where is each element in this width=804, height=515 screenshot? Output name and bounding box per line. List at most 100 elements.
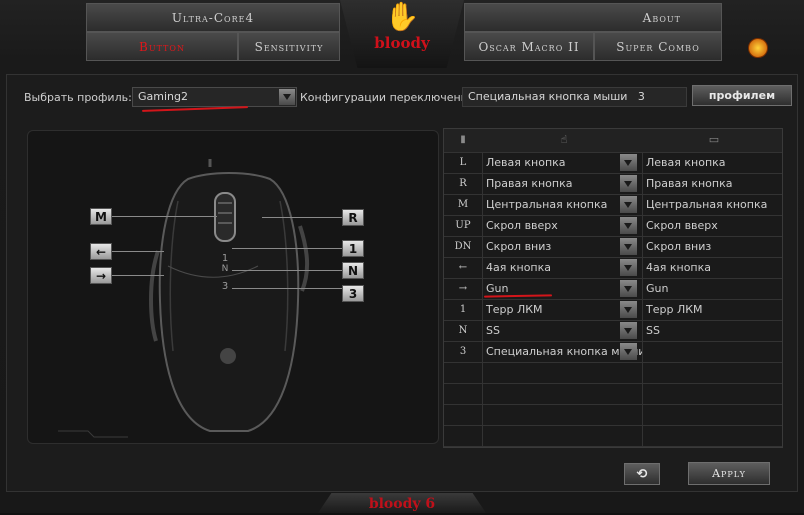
row-key: N [458,325,468,336]
mouse-key-r-label: R [348,210,358,225]
mouse-key-3[interactable]: 3 [342,285,364,302]
row-key: ← [458,262,468,273]
callout-line-3 [232,288,342,289]
table-row-empty [444,425,782,447]
row-key: R [459,178,467,189]
tab-sensitivity[interactable]: Sensitivity [238,32,340,61]
row-key: M [457,199,469,210]
svg-text:3: 3 [222,281,228,292]
row-action[interactable]: 4ая кнопка [482,257,642,278]
row-key: 1 [459,304,467,315]
chevron-down-icon[interactable] [620,217,637,234]
table-row: UP Скрол вверх Скрол вверх [444,215,782,237]
mouse-key-1[interactable]: 1 [342,240,364,257]
table-row: 3 Специальная кнопка мыши [444,341,782,363]
profile-button-label: профилем [708,89,776,102]
row-action[interactable]: Скрол вверх [482,215,642,236]
tab-ultra-core[interactable]: Ultra-Core4 [86,3,340,32]
profile-select-value: Gaming2 [138,90,188,103]
row-key: 3 [459,346,467,357]
mouse-key-r[interactable]: R [342,209,364,226]
tab-oscar-macro[interactable]: Oscar Macro II [464,32,594,61]
chevron-down-icon[interactable] [620,343,637,360]
row-action[interactable]: Левая кнопка [482,152,642,173]
switch-config-label: Конфигурации переключения : [300,91,482,104]
callout-line-back [112,251,164,252]
mouse-key-n[interactable]: N [342,262,364,279]
table-row-empty [444,404,782,426]
svg-text:1: 1 [222,253,228,264]
tab-button-label: Button [139,39,185,54]
chevron-down-icon[interactable] [620,301,637,318]
light-bulb-icon[interactable] [748,38,768,58]
footer-brand-text: bloody 6 [368,496,436,512]
callout-line-n [232,270,342,271]
tab-oscar-macro-label: Oscar Macro II [478,39,580,54]
row-result: Центральная кнопка [646,198,768,211]
chevron-down-icon[interactable] [620,238,637,255]
bloody-hand-icon: ✋ [384,0,420,33]
chevron-down-icon[interactable] [620,175,637,192]
tab-sensitivity-label: Sensitivity [254,39,324,54]
row-action[interactable]: Терр ЛКМ [482,299,642,320]
row-action[interactable]: Скрол вниз [482,236,642,257]
table-row: R Правая кнопка Правая кнопка [444,173,782,195]
callout-line-forward [112,275,164,276]
mouse-key-1-label: 1 [348,241,358,256]
row-key: DN [454,241,472,252]
chevron-down-icon[interactable] [620,154,637,171]
footer-brand-bar: bloody 6 [318,493,486,513]
row-action[interactable]: SS [482,320,642,341]
profile-button[interactable]: профилем [692,85,792,106]
mouse-key-m-label: M [95,209,107,224]
tab-button[interactable]: Button [86,32,238,61]
chevron-down-icon[interactable] [620,322,637,339]
mouse-key-n-label: N [347,263,359,278]
table-row: ← 4ая кнопка 4ая кнопка [444,257,782,279]
chevron-down-icon[interactable] [279,89,295,105]
tab-about-label: About [642,10,681,25]
apply-button[interactable]: Apply [688,462,770,485]
button-mapping-table: ▮ ☝ ▭ L Левая кнопка Левая кнопка R Правая к… [443,128,783,448]
chevron-down-icon[interactable] [620,280,637,297]
row-result: Скрол вниз [646,240,712,253]
switch-config-field: Специальная кнопка мыши 3 [462,87,687,107]
row-action[interactable]: Специальная кнопка мыши [482,341,642,362]
table-row: 1 Терр ЛКМ Терр ЛКМ [444,299,782,321]
mouse-graphic: 1 N 3 [58,159,310,438]
logo-text: bloody [374,34,430,52]
mouse-key-forward-label: → [95,268,107,283]
table-row: N SS SS [444,320,782,342]
mouse-icon: ▮ [460,134,466,145]
tab-about[interactable]: About [464,3,722,32]
callout-line-1 [232,248,342,249]
row-result: Левая кнопка [646,156,726,169]
row-result: SS [646,324,660,337]
bloody-logo: ✋ bloody [340,0,464,68]
table-row: DN Скрол вниз Скрол вниз [444,236,782,258]
callout-line-r [262,217,342,218]
tab-ultra-core-label: Ultra-Core4 [171,10,255,25]
mouse-illustration-area: 1 N 3 [27,130,439,444]
tab-super-combo[interactable]: Super Combo [594,32,722,61]
row-action[interactable]: Центральная кнопка [482,194,642,215]
mouse-key-back[interactable]: ← [90,243,112,260]
app-window: Ultra-Core4 Button Sensitivity ✋ bloody … [0,0,804,513]
chevron-down-icon[interactable] [620,196,637,213]
svg-text:N: N [222,264,229,274]
reset-button[interactable]: ⟲ [624,463,660,485]
refresh-icon: ⟲ [636,466,648,482]
profile-select[interactable]: Gaming2 [132,87,297,107]
mouse-key-3-label: 3 [348,286,358,301]
table-header: ▮ ☝ ▭ [444,129,782,153]
row-result: Скрол вверх [646,219,718,232]
row-action[interactable]: Правая кнопка [482,173,642,194]
row-result: Gun [646,282,669,295]
apply-button-label: Apply [712,467,746,480]
mouse-key-forward[interactable]: → [90,267,112,284]
row-key: L [459,157,467,168]
mouse-key-m[interactable]: M [90,208,112,225]
row-key: UP [455,220,471,231]
hand-icon: ☝ [560,133,568,146]
chevron-down-icon[interactable] [620,259,637,276]
